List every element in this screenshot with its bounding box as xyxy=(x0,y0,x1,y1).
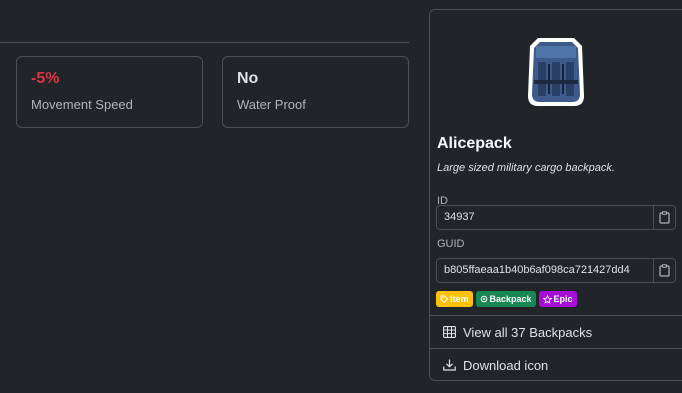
download-label: Download icon xyxy=(463,357,549,373)
id-field: 34937 xyxy=(436,205,676,230)
badge-label: Epic xyxy=(553,294,573,304)
item-description: Large sized military cargo backpack. xyxy=(437,162,615,174)
badge-list: Item Backpack Epic xyxy=(436,291,577,307)
clipboard-icon xyxy=(659,264,670,277)
download-icon xyxy=(443,359,456,371)
gear-icon xyxy=(480,295,487,303)
table-icon xyxy=(443,326,456,338)
id-input[interactable]: 34937 xyxy=(436,205,654,230)
stat-label: Water Proof xyxy=(237,97,306,112)
stat-card-movement-speed: -5% Movement Speed xyxy=(16,56,203,128)
section-divider xyxy=(0,42,409,43)
guid-label: GUID xyxy=(437,238,465,250)
badge-label: Backpack xyxy=(489,294,532,304)
copy-guid-button[interactable] xyxy=(654,258,676,283)
view-all-label: View all 37 Backpacks xyxy=(463,324,593,340)
badge-epic[interactable]: Epic xyxy=(538,291,577,307)
stat-value: -5% xyxy=(31,70,60,87)
star-icon xyxy=(542,294,552,304)
clipboard-icon xyxy=(659,211,670,224)
badge-backpack[interactable]: Backpack xyxy=(475,291,536,307)
tag-icon xyxy=(440,295,448,303)
badge-label: Item xyxy=(450,294,469,304)
item-detail-panel: Alicepack Large sized military cargo bac… xyxy=(429,9,682,381)
stat-value: No xyxy=(237,70,259,87)
guid-input[interactable]: b805ffaeaa1b40b6af098ca721427dd4 xyxy=(436,258,654,283)
stat-card-water-proof: No Water Proof xyxy=(222,56,409,128)
download-icon-link[interactable]: Download icon xyxy=(430,348,682,380)
guid-field: b805ffaeaa1b40b6af098ca721427dd4 xyxy=(436,258,676,283)
view-all-backpacks-link[interactable]: View all 37 Backpacks xyxy=(430,315,682,348)
badge-item[interactable]: Item xyxy=(436,291,473,307)
stat-label: Movement Speed xyxy=(31,97,133,112)
copy-id-button[interactable] xyxy=(654,205,676,230)
backpack-icon xyxy=(528,38,584,106)
item-name: Alicepack xyxy=(437,135,512,152)
